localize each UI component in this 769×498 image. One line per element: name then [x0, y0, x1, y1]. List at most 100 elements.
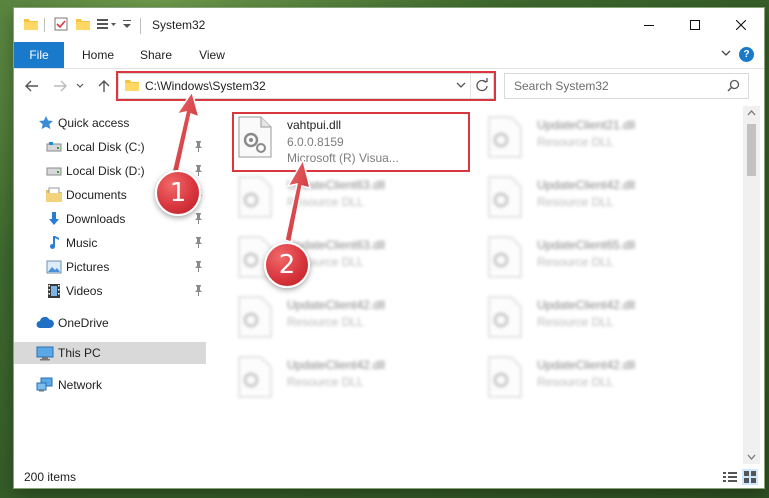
address-highlight-box — [116, 71, 496, 101]
sidebar-item-local-disk-c[interactable]: Local Disk (C:) — [14, 136, 206, 158]
scroll-up-icon[interactable] — [743, 106, 760, 120]
sidebar-item-videos[interactable]: Videos — [14, 280, 206, 302]
sidebar-item-quick-access[interactable]: Quick access — [14, 112, 206, 134]
file-description: Resource DLL — [287, 195, 364, 209]
minimize-icon — [644, 25, 654, 26]
tab-home[interactable]: Home — [76, 42, 120, 68]
dll-file-icon — [487, 296, 523, 338]
back-button[interactable] — [22, 76, 42, 96]
dll-file-icon — [487, 116, 523, 158]
item-count: 200 items — [24, 470, 77, 484]
documents-icon — [46, 187, 62, 203]
up-button[interactable] — [94, 76, 114, 96]
file-description: Resource DLL — [537, 375, 614, 389]
pictures-icon — [46, 259, 62, 275]
download-icon — [46, 211, 62, 227]
network-icon — [36, 377, 53, 393]
explorer-window: System32 File Home Share View ? C:\Windo… — [14, 8, 764, 488]
search-box[interactable]: Search System32 — [504, 73, 749, 99]
close-button[interactable] — [718, 8, 764, 42]
chevron-down-icon[interactable] — [122, 17, 132, 31]
file-highlight-box — [232, 112, 470, 172]
title-separator — [140, 18, 141, 34]
ribbon: File Home Share View ? — [14, 42, 764, 69]
videos-icon — [46, 283, 62, 299]
status-bar: 200 items — [14, 466, 764, 488]
file-item[interactable]: UpdateClient63.dll Resource DLL — [231, 170, 461, 222]
file-item[interactable]: UpdateClient65.dll Resource DLL — [481, 230, 711, 282]
drive-icon — [46, 163, 62, 179]
window-title: System32 — [152, 18, 206, 32]
recent-locations-button[interactable] — [74, 76, 86, 96]
forward-arrow-icon — [54, 80, 67, 92]
file-item[interactable]: UpdateClient42.dll Resource DLL — [481, 350, 711, 402]
large-icons-view-icon[interactable] — [742, 469, 758, 485]
music-icon — [46, 235, 62, 251]
maximize-icon — [690, 20, 700, 30]
search-icon — [727, 79, 740, 92]
computer-icon — [36, 345, 54, 361]
scroll-down-icon[interactable] — [743, 450, 760, 464]
file-name: UpdateClient42.dll — [537, 298, 636, 312]
cloud-icon — [36, 315, 54, 331]
dll-file-icon — [237, 356, 273, 398]
sidebar-item-label: This PC — [58, 346, 101, 360]
sidebar-item-label: Music — [66, 236, 98, 250]
back-arrow-icon — [25, 80, 38, 92]
minimize-button[interactable] — [626, 8, 672, 42]
properties-icon[interactable] — [54, 17, 68, 31]
toolbar-separator — [44, 18, 45, 32]
file-item[interactable]: UpdateClient42.dll Resource DLL — [481, 170, 711, 222]
file-description: Resource DLL — [537, 315, 614, 329]
dll-file-icon — [487, 236, 523, 278]
details-view-icon[interactable] — [722, 469, 738, 485]
dll-file-icon — [487, 356, 523, 398]
scrollbar-thumb[interactable] — [747, 124, 756, 176]
tab-file[interactable]: File — [14, 42, 64, 68]
pin-icon[interactable] — [194, 213, 203, 224]
pin-icon[interactable] — [194, 165, 203, 176]
file-item[interactable]: UpdateClient42.dll Resource DLL — [231, 350, 461, 402]
expand-ribbon-icon[interactable] — [721, 48, 731, 58]
sidebar-item-label: Pictures — [66, 260, 110, 274]
sidebar-item-label: OneDrive — [58, 316, 109, 330]
file-name: UpdateClient65.dll — [537, 238, 636, 252]
tab-share[interactable]: Share — [134, 42, 178, 68]
sidebar-item-pictures[interactable]: Pictures — [14, 256, 206, 278]
file-name: UpdateClient21.dll — [537, 118, 636, 132]
star-icon — [38, 115, 54, 131]
help-button[interactable]: ? — [739, 47, 754, 62]
file-description: Resource DLL — [287, 315, 364, 329]
dll-file-icon — [487, 176, 523, 218]
vertical-scrollbar[interactable] — [743, 106, 760, 464]
new-folder-icon[interactable] — [76, 17, 90, 31]
file-description: Resource DLL — [537, 135, 614, 149]
sidebar-item-label: Network — [58, 378, 103, 392]
file-description: Resource DLL — [537, 195, 614, 209]
file-item[interactable]: UpdateClient42.dll Resource DLL — [231, 290, 461, 342]
forward-button[interactable] — [50, 76, 70, 96]
pin-icon[interactable] — [194, 261, 203, 272]
sidebar-item-music[interactable]: Music — [14, 232, 206, 254]
sidebar-item-label: Documents — [66, 188, 127, 202]
search-input[interactable]: Search System32 — [514, 79, 609, 93]
pin-icon[interactable] — [194, 285, 203, 296]
tab-view[interactable]: View — [190, 42, 234, 68]
file-description: Resource DLL — [537, 255, 614, 269]
folder-icon — [24, 17, 38, 31]
file-description: Resource DLL — [287, 375, 364, 389]
dll-file-icon — [237, 176, 273, 218]
title-bar: System32 — [14, 8, 764, 42]
sidebar-item-label: Downloads — [66, 212, 126, 226]
customize-toolbar-icon[interactable] — [96, 17, 118, 31]
sidebar-item-onedrive[interactable]: OneDrive — [14, 312, 206, 334]
sidebar-item-this-pc[interactable]: This PC — [14, 342, 206, 364]
file-name: UpdateClient63.dll — [287, 178, 386, 192]
sidebar-item-network[interactable]: Network — [14, 374, 206, 396]
file-name: UpdateClient42.dll — [287, 358, 386, 372]
file-item[interactable]: UpdateClient21.dll Resource DLL — [481, 110, 711, 162]
file-item[interactable]: UpdateClient42.dll Resource DLL — [481, 290, 711, 342]
pin-icon[interactable] — [194, 141, 203, 152]
maximize-button[interactable] — [672, 8, 718, 42]
pin-icon[interactable] — [194, 237, 203, 248]
